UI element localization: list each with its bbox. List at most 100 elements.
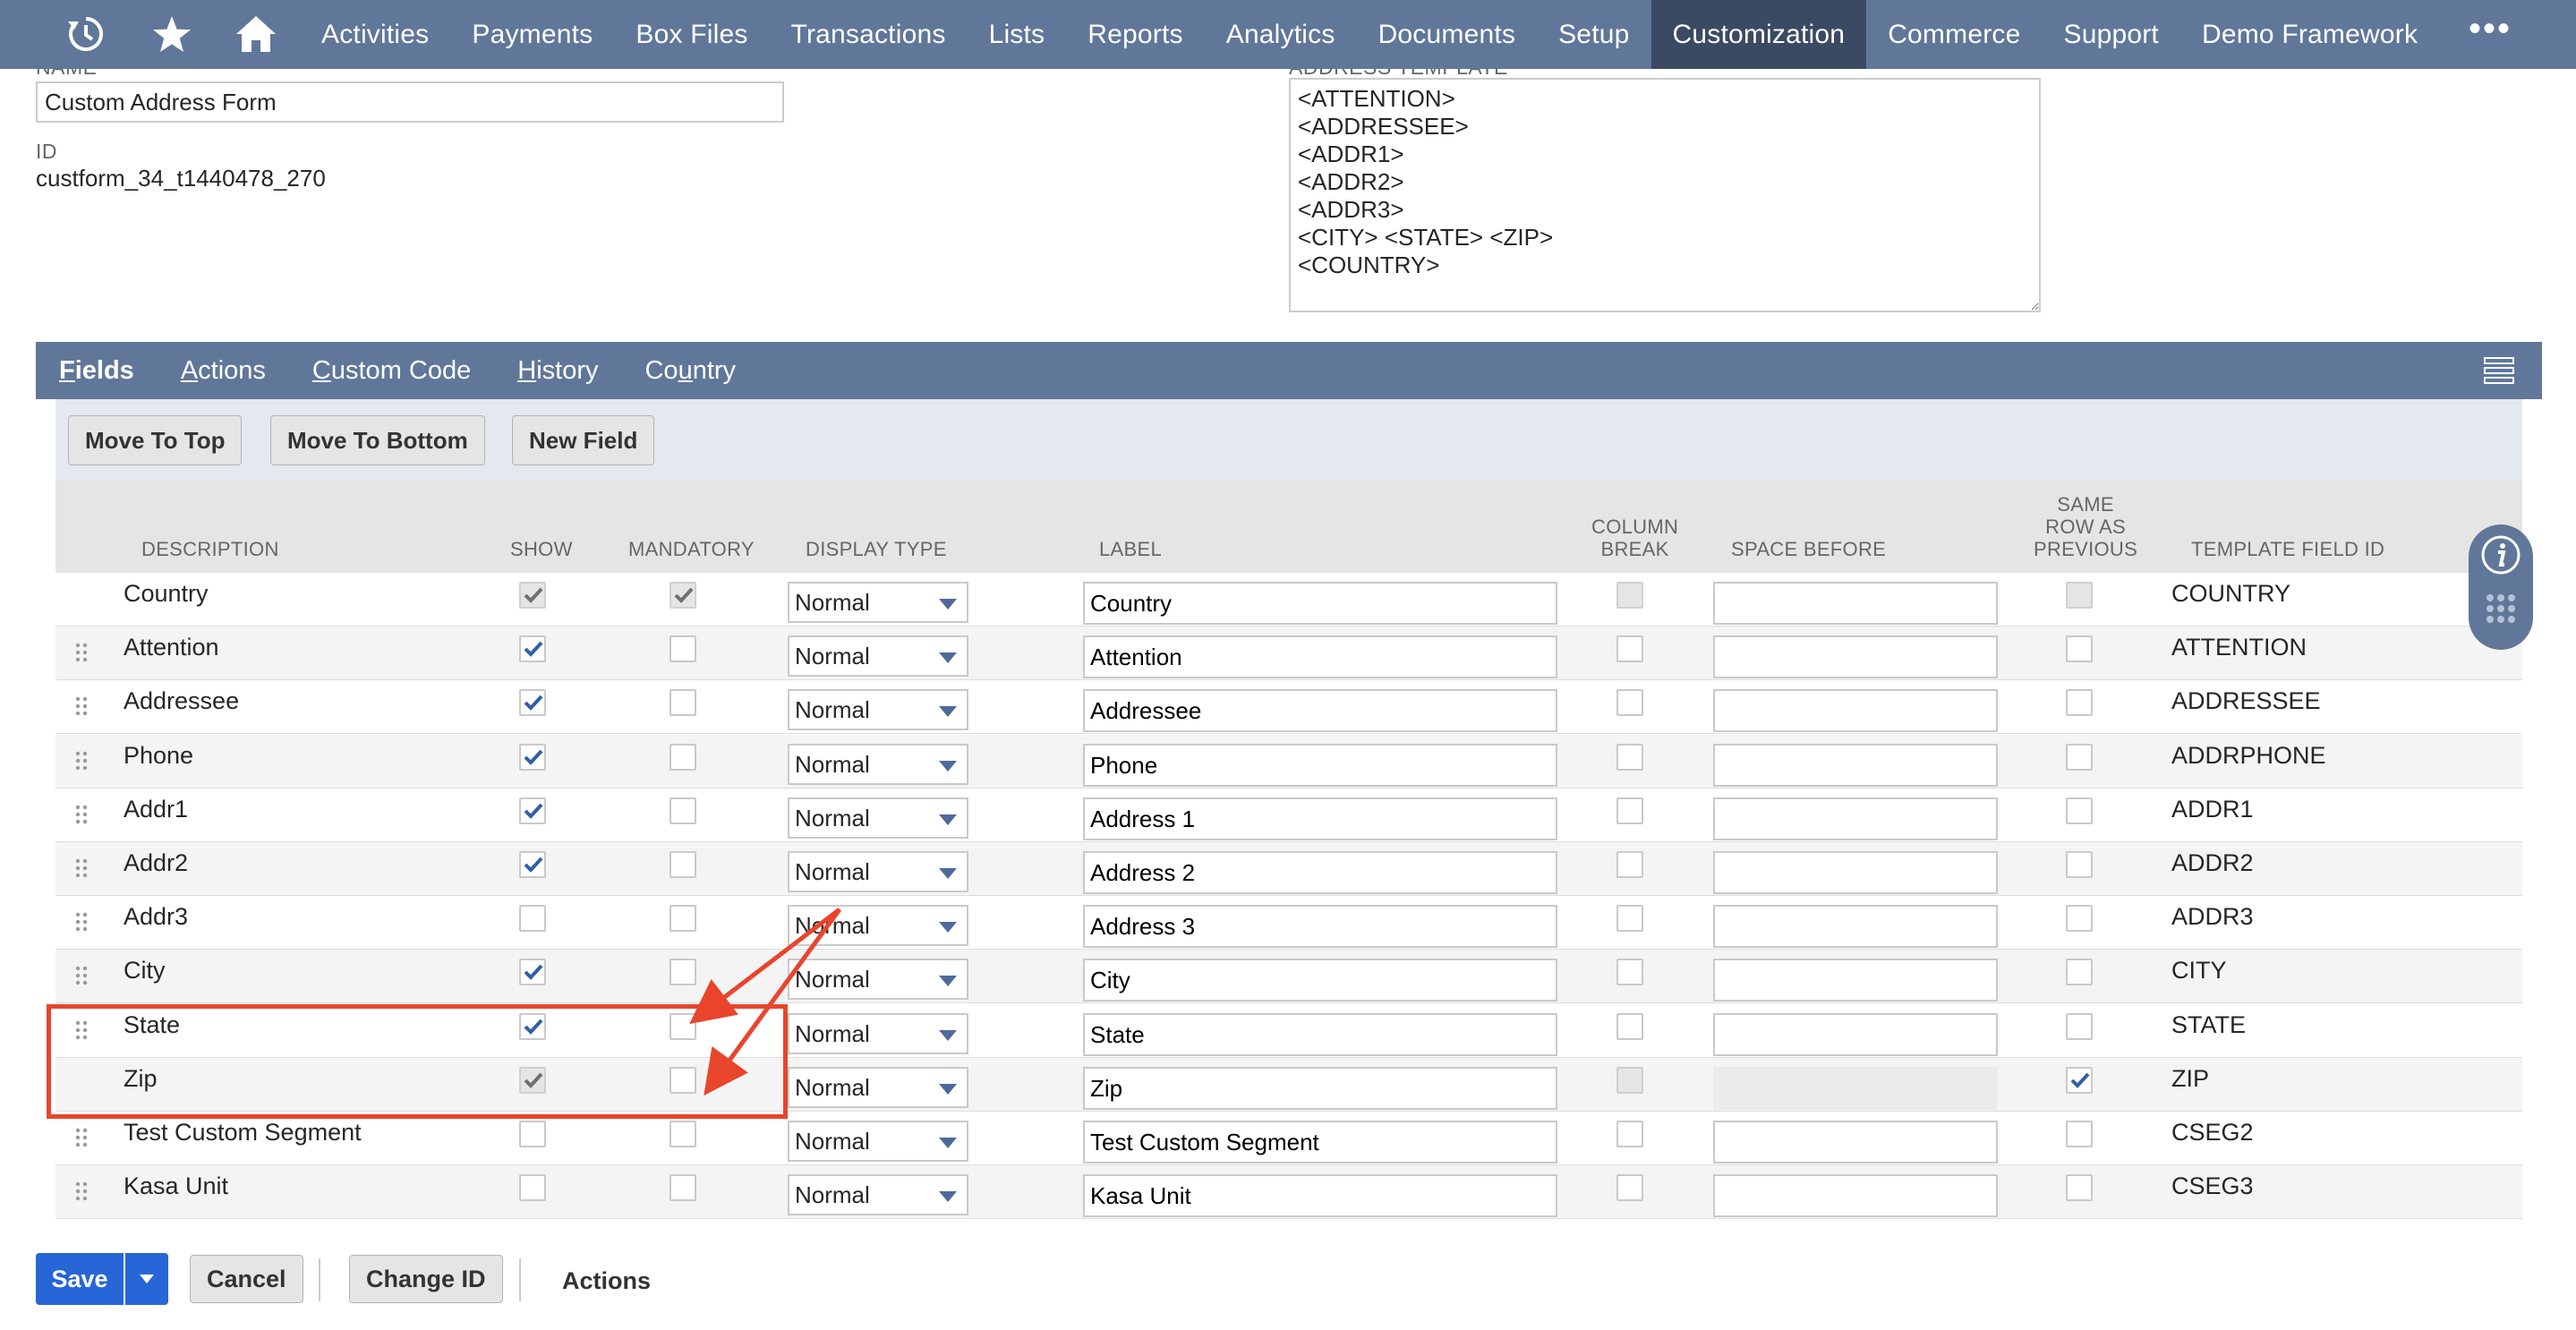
show-checkbox[interactable] [519,1121,546,1147]
tab-fields[interactable]: Fields [59,356,134,386]
label-input[interactable] [1083,851,1557,894]
label-input[interactable] [1083,1013,1557,1056]
same-row-checkbox[interactable] [2066,635,2093,662]
menu-payments[interactable]: Payments [450,0,614,69]
label-input[interactable] [1083,959,1557,1002]
column-break-checkbox[interactable] [1616,1174,1643,1201]
change-id-button[interactable]: Change ID [349,1255,503,1303]
display-type-select[interactable]: Normal [788,1013,968,1054]
drag-handle-icon[interactable] [75,751,88,775]
menu-analytics[interactable]: Analytics [1205,0,1357,69]
menu-reports[interactable]: Reports [1066,0,1204,69]
move-to-bottom-button[interactable]: Move To Bottom [270,415,485,465]
label-input[interactable] [1083,1121,1557,1164]
space-before-input[interactable] [1713,635,1998,678]
show-checkbox[interactable] [519,635,546,662]
same-row-checkbox[interactable] [2066,1013,2093,1040]
cancel-button[interactable]: Cancel [190,1255,303,1303]
column-break-checkbox[interactable] [1616,744,1643,771]
tab-country[interactable]: Country [644,356,736,386]
label-input[interactable] [1083,1067,1557,1110]
same-row-checkbox[interactable] [2066,905,2093,932]
show-checkbox[interactable] [519,851,546,878]
mandatory-checkbox[interactable] [670,689,696,716]
drag-handle-icon[interactable] [75,696,88,720]
tab-actions[interactable]: Actions [181,356,266,386]
name-input[interactable] [36,81,784,123]
same-row-checkbox[interactable] [2066,689,2093,716]
menu-lists[interactable]: Lists [968,0,1067,69]
menu-box-files[interactable]: Box Files [614,0,769,69]
mandatory-checkbox[interactable] [670,959,696,985]
save-dropdown-button[interactable] [125,1253,168,1305]
label-input[interactable] [1083,744,1557,787]
display-type-select[interactable]: Normal [788,959,968,1000]
mandatory-checkbox[interactable] [670,797,696,824]
column-break-checkbox[interactable] [1616,851,1643,878]
label-input[interactable] [1083,635,1557,678]
space-before-input[interactable] [1713,1121,1998,1164]
recent-records-icon[interactable] [63,11,109,57]
column-break-checkbox[interactable] [1616,797,1643,824]
column-break-checkbox[interactable] [1616,1121,1643,1147]
move-to-top-button[interactable]: Move To Top [68,415,243,465]
drag-handle-icon[interactable] [75,1181,88,1206]
menu-demo-framework[interactable]: Demo Framework [2180,0,2439,69]
space-before-input[interactable] [1713,851,1998,894]
address-template-textarea[interactable] [1289,78,2041,312]
display-type-select[interactable]: Normal [788,689,968,730]
more-menu-button[interactable]: ••• [2469,9,2512,49]
same-row-checkbox[interactable] [2066,1121,2093,1147]
drag-handle-icon[interactable] [75,912,88,936]
display-type-select[interactable]: Normal [788,1121,968,1162]
menu-customization[interactable]: Customization [1651,0,1867,69]
display-type-select[interactable]: Normal [788,1174,968,1215]
menu-support[interactable]: Support [2042,0,2179,69]
label-input[interactable] [1083,797,1557,840]
tab-history[interactable]: History [517,356,598,386]
label-input[interactable] [1083,689,1557,732]
menu-activities[interactable]: Activities [300,0,450,69]
menu-transactions[interactable]: Transactions [770,0,968,69]
save-button[interactable]: Save [36,1253,124,1305]
show-checkbox[interactable] [519,797,546,824]
mandatory-checkbox[interactable] [670,635,696,662]
show-checkbox[interactable] [519,689,546,716]
column-break-checkbox[interactable] [1616,1013,1643,1040]
drag-handle-icon[interactable] [75,805,88,829]
drag-handle-icon[interactable] [75,1128,88,1152]
display-type-select[interactable]: Normal [788,797,968,839]
column-break-checkbox[interactable] [1616,959,1643,985]
same-row-checkbox[interactable] [2066,959,2093,985]
label-input[interactable] [1083,582,1557,625]
drag-handle-icon[interactable] [75,966,88,990]
help-widget[interactable] [2469,524,2533,650]
space-before-input[interactable] [1713,1174,1998,1217]
space-before-input[interactable] [1713,797,1998,840]
column-break-checkbox[interactable] [1616,905,1643,932]
mandatory-checkbox[interactable] [670,1174,696,1201]
show-checkbox[interactable] [519,905,546,932]
space-before-input[interactable] [1713,744,1998,787]
space-before-input[interactable] [1713,582,1998,625]
menu-documents[interactable]: Documents [1357,0,1538,69]
new-field-button[interactable]: New Field [512,415,655,465]
space-before-input[interactable] [1713,959,1998,1002]
show-checkbox[interactable] [519,744,546,771]
mandatory-checkbox[interactable] [670,744,696,771]
same-row-checkbox[interactable] [2066,744,2093,771]
same-row-checkbox[interactable] [2066,1067,2093,1094]
menu-commerce[interactable]: Commerce [1866,0,2042,69]
display-type-select[interactable]: Normal [788,635,968,677]
list-view-icon[interactable] [2483,356,2515,389]
show-checkbox[interactable] [519,1174,546,1201]
actions-menu[interactable]: Actions [562,1267,651,1295]
home-icon[interactable] [233,11,279,57]
mandatory-checkbox[interactable] [670,1121,696,1147]
drag-handle-icon[interactable] [75,643,88,667]
space-before-input[interactable] [1713,689,1998,732]
tab-custom-code[interactable]: Custom Code [312,356,471,386]
display-type-select[interactable]: Normal [788,905,968,946]
column-break-checkbox[interactable] [1616,689,1643,716]
display-type-select[interactable]: Normal [788,851,968,892]
